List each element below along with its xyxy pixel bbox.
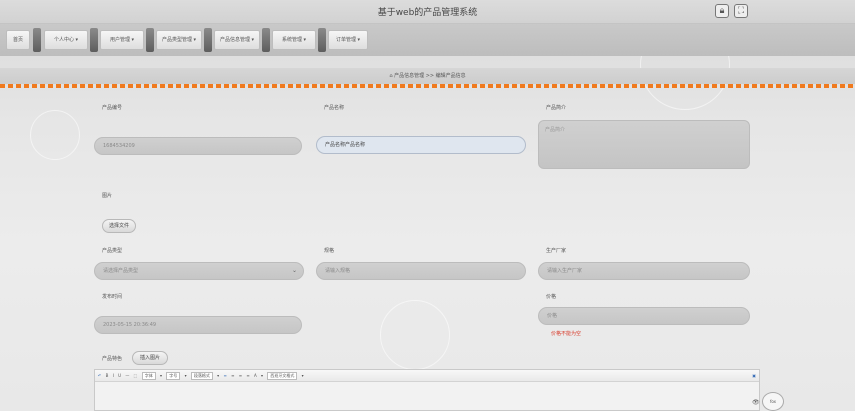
bold-icon[interactable]: B — [106, 370, 109, 382]
nav-separator — [204, 28, 212, 52]
chevron-down-icon: ⌄ — [291, 267, 297, 274]
manufacturer-label: 生产厂家 — [546, 248, 567, 254]
align-center-icon[interactable]: ≡ — [231, 370, 234, 382]
nav-item-user-management[interactable]: 用户管理 ▾ — [100, 30, 144, 50]
paragraph-format-select[interactable]: 段落格式 — [190, 372, 213, 380]
chevron-down-icon[interactable]: ▾ — [217, 370, 219, 382]
breadcrumb: ⌂ 产品信息管理 >> 编辑产品信息 — [0, 72, 855, 79]
nav-item-system-management[interactable]: 系统管理 ▾ — [272, 30, 316, 50]
product-intro-label: 产品简介 — [546, 105, 567, 111]
clear-format-icon[interactable]: ⬚ — [134, 370, 138, 382]
divider-dashed — [0, 84, 855, 88]
nav-separator — [90, 28, 98, 52]
product-type-select[interactable]: 请选择产品类型 ⌄ — [94, 262, 304, 280]
rich-text-editor[interactable]: ↶ B I U — ⬚ 字体 ▾ 字号 ▾ 段落格式 ▾ ≡ ≡ ≡ ≡ A ▾… — [94, 369, 760, 411]
chevron-down-icon[interactable]: ▾ — [302, 370, 304, 382]
product-name-label: 产品名称 — [324, 105, 345, 111]
top-bar: 基于web的产品管理系统 🔒︎ ⛶ — [0, 0, 855, 24]
main-nav: 首页 个人中心 ▾ 用户管理 ▾ 产品类型管理 ▾ 产品信息管理 ▾ 系统管理 … — [0, 24, 855, 56]
chevron-down-icon[interactable]: ▾ — [185, 370, 187, 382]
nav-item-order-management[interactable]: 订单管理 ▾ — [328, 30, 368, 50]
nav-separator — [146, 28, 154, 52]
nav-item-product-info-management[interactable]: 产品信息管理 ▾ — [214, 30, 260, 50]
undo-icon[interactable]: ↶ — [98, 370, 101, 382]
price-error: 价格不能为空 — [551, 331, 582, 337]
product-type-value: 请选择产品类型 — [103, 268, 139, 274]
spec-label: 规格 — [324, 248, 335, 254]
align-right-icon[interactable]: ≡ — [239, 370, 242, 382]
horizontal-rule-icon[interactable]: — — [125, 370, 129, 382]
editor-toolbar: ↶ B I U — ⬚ 字体 ▾ 字号 ▾ 段落格式 ▾ ≡ ≡ ≡ ≡ A ▾… — [95, 370, 759, 382]
nav-separator — [262, 28, 270, 52]
fullscreen-editor-icon[interactable]: ▣ — [752, 370, 756, 382]
fullscreen-icon[interactable]: ⛶ — [734, 4, 748, 18]
eye-icon[interactable]: 👁︎ — [752, 399, 760, 406]
nav-item-personal-center[interactable]: 个人中心 ▾ — [44, 30, 88, 50]
publish-time-label: 发布时间 — [102, 294, 123, 300]
breadcrumb-text: 产品信息管理 >> 编辑产品信息 — [394, 73, 466, 79]
background-decoration — [30, 110, 80, 160]
nav-separator — [318, 28, 326, 52]
price-label: 价格 — [546, 294, 557, 300]
italic-icon[interactable]: I — [113, 370, 114, 382]
product-intro-placeholder: 产品简介 — [545, 127, 566, 133]
image-label: 图片 — [102, 193, 113, 199]
nav-separator — [33, 28, 41, 52]
mascot-widget[interactable]: fox — [762, 392, 784, 411]
insert-image-button[interactable]: 插入图片 — [132, 351, 168, 365]
product-no-field[interactable]: 1684534209 — [94, 137, 302, 155]
chevron-down-icon[interactable]: ▾ — [160, 370, 162, 382]
home-icon: ⌂ — [389, 73, 393, 79]
nav-item-home[interactable]: 首页 — [6, 30, 30, 50]
align-justify-icon[interactable]: ≡ — [246, 370, 249, 382]
lock-icon[interactable]: 🔒︎ — [715, 4, 729, 18]
font-color-icon[interactable]: A — [254, 370, 257, 382]
price-field[interactable]: 价格 — [538, 307, 750, 325]
spec-field[interactable]: 请输入规格 — [316, 262, 526, 280]
underline-icon[interactable]: U — [118, 370, 121, 382]
product-no-label: 产品编号 — [102, 105, 123, 111]
chevron-down-icon[interactable]: ▾ — [261, 370, 263, 382]
language-format-select[interactable]: 西班牙文格式 — [267, 372, 298, 380]
choose-file-button[interactable]: 选择文件 — [102, 219, 136, 233]
align-left-icon[interactable]: ≡ — [223, 370, 226, 382]
product-intro-textarea[interactable]: 产品简介 — [538, 120, 750, 169]
font-family-select[interactable]: 字体 — [141, 372, 156, 380]
manufacturer-field[interactable]: 请输入生产厂家 — [538, 262, 750, 280]
breadcrumb-bar: ⌂ 产品信息管理 >> 编辑产品信息 — [0, 68, 855, 84]
product-type-label: 产品类型 — [102, 248, 123, 254]
product-name-field[interactable]: 产品名称产品名称 — [316, 136, 526, 154]
nav-item-product-type-management[interactable]: 产品类型管理 ▾ — [156, 30, 202, 50]
publish-time-field[interactable]: 2023-05-15 20:36:49 — [94, 316, 302, 334]
font-size-select[interactable]: 字号 — [166, 372, 181, 380]
background-decoration — [380, 300, 450, 370]
features-label: 产品特色 — [102, 356, 123, 362]
